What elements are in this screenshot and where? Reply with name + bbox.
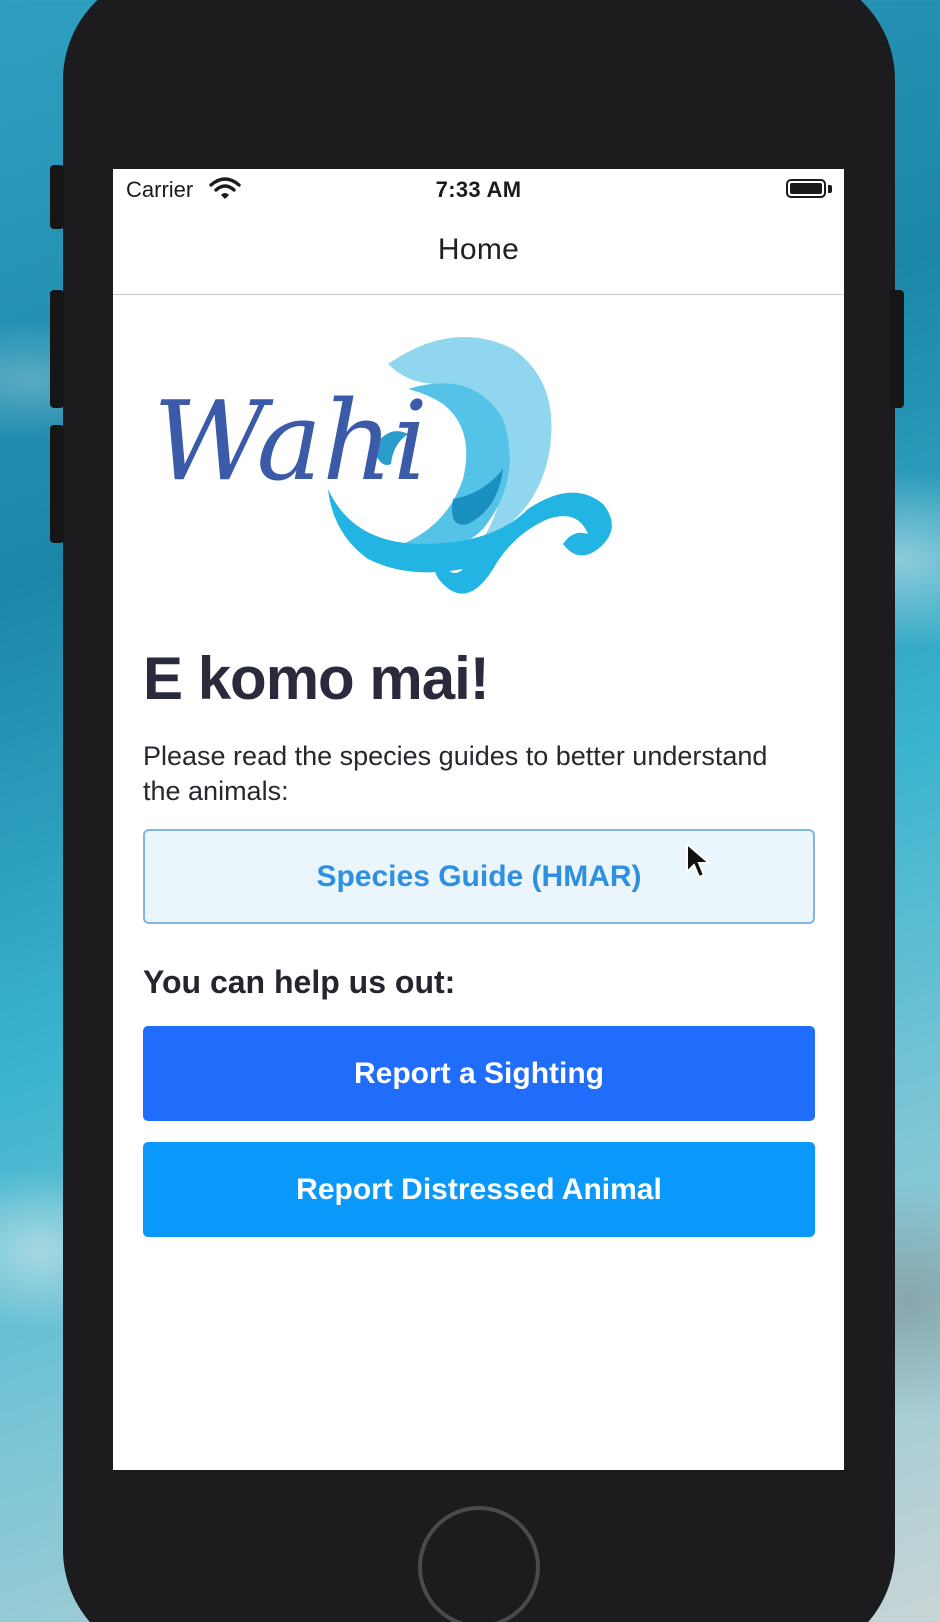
volume-up-button <box>50 290 64 408</box>
status-time: 7:33 AM <box>435 177 522 202</box>
species-guide-label: Species Guide (HMAR) <box>316 859 642 893</box>
home-button[interactable] <box>418 1506 540 1622</box>
navigation-bar: Home <box>113 211 844 295</box>
battery-icon <box>786 179 826 198</box>
report-distressed-animal-button[interactable]: Report Distressed Animal <box>143 1142 815 1237</box>
app-screen: Carrier 7:33 AM Home Wahi E komo mai! Pl… <box>113 169 844 1470</box>
help-heading: You can help us out: <box>143 964 456 1000</box>
report-sighting-label: Report a Sighting <box>354 1056 604 1090</box>
logo-text: Wahi <box>153 377 428 505</box>
battery-level <box>790 183 822 194</box>
page-title: Home <box>437 233 520 266</box>
battery-tip <box>828 185 832 193</box>
species-guide-button[interactable]: Species Guide (HMAR) <box>143 829 815 924</box>
wahi-logo: Wahi <box>153 337 612 594</box>
power-button <box>890 290 904 408</box>
mute-switch <box>50 165 64 229</box>
volume-down-button <box>50 425 64 543</box>
report-distressed-label: Report Distressed Animal <box>296 1172 662 1206</box>
mouse-cursor-icon <box>686 842 711 879</box>
welcome-heading: E komo mai! <box>143 645 490 712</box>
report-sighting-button[interactable]: Report a Sighting <box>143 1026 815 1121</box>
intro-text: Please read the species guides to better… <box>143 741 768 806</box>
status-bar: Carrier 7:33 AM <box>113 169 844 211</box>
